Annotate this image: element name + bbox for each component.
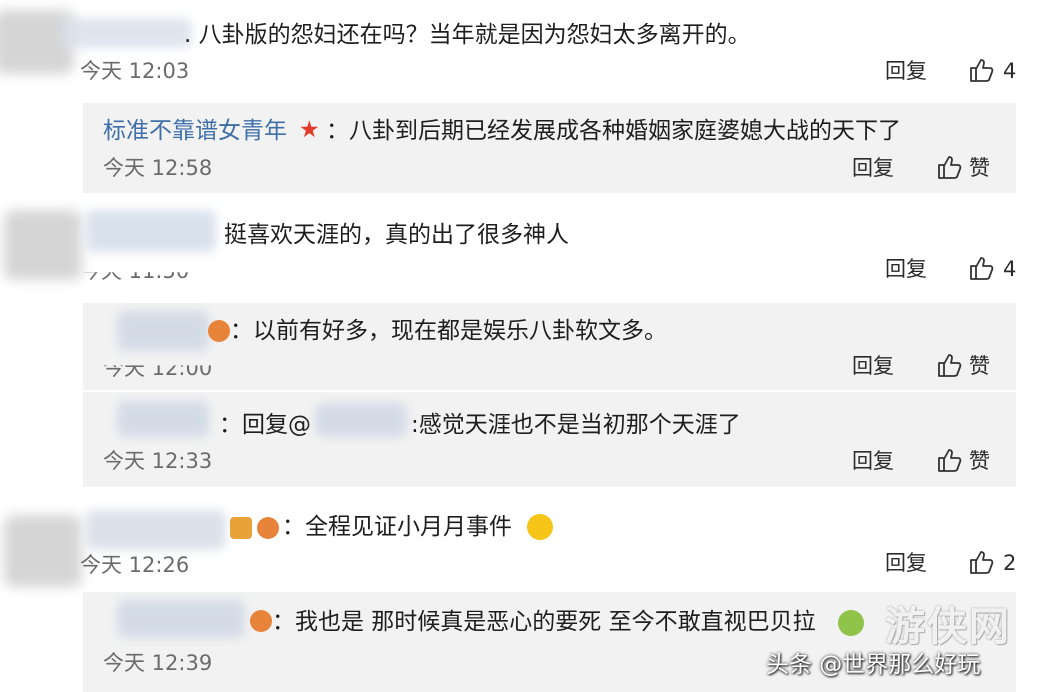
reply-button[interactable]: 回复 xyxy=(885,550,927,576)
like-label[interactable]: 赞 xyxy=(969,155,990,181)
like-count: 2 xyxy=(1003,551,1017,575)
laughing-emoji-icon xyxy=(527,514,553,540)
reply-box: ：以前有好多，现在都是娱乐八卦软文多。 今天 12:00 回复 赞 ：回复@ :… xyxy=(83,303,1016,487)
reply-text: ：八卦到后期已经发展成各种婚姻家庭婆媳大战的天下了 xyxy=(326,118,901,144)
reply-button[interactable]: 回复 xyxy=(885,256,927,282)
reply-box: 标准不靠谱女青年 ★ ：八卦到后期已经发展成各种婚姻家庭婆媳大战的天下了 今天 … xyxy=(83,103,1016,193)
username-blurred[interactable] xyxy=(86,510,226,550)
reply-button[interactable]: 回复 xyxy=(885,58,927,84)
username-blurred[interactable] xyxy=(86,210,216,252)
badge-icon xyxy=(250,610,272,632)
thumbs-up-icon[interactable] xyxy=(968,549,994,575)
reply-time: 今天 12:00 xyxy=(103,356,213,380)
reply-time: 今天 12:39 xyxy=(103,651,213,675)
like-count: 4 xyxy=(1003,59,1017,83)
username-blurred[interactable] xyxy=(117,311,209,351)
comment-time: 今天 12:26 xyxy=(80,553,190,577)
thumbs-up-icon[interactable] xyxy=(968,255,994,281)
reply-text: ：以前有好多，现在都是娱乐八卦软文多。 xyxy=(230,318,667,344)
reply-time: 今天 12:33 xyxy=(103,449,213,473)
footer-credit: 头条 @世界那么好玩 xyxy=(766,652,981,678)
thumbs-up-icon[interactable] xyxy=(936,154,962,180)
reply-text: ：回复@ xyxy=(219,412,311,438)
comment-text: 挺喜欢天涯的，真的出了很多神人 xyxy=(224,222,569,248)
emoji-icon xyxy=(838,610,864,636)
thumbs-up-icon[interactable] xyxy=(936,352,962,378)
username-blurred[interactable] xyxy=(117,600,245,638)
badge-icon xyxy=(208,320,230,342)
comment-time: 今天 11:50 xyxy=(80,259,190,283)
username-blurred[interactable] xyxy=(117,401,209,437)
username-blurred[interactable] xyxy=(62,18,192,48)
divider xyxy=(83,390,1016,392)
comment-time: 今天 12:03 xyxy=(80,59,190,83)
mention-blurred[interactable] xyxy=(315,403,407,437)
comment-text: ：全程见证小月月事件 xyxy=(282,514,512,540)
reply-button[interactable]: 回复 xyxy=(852,353,894,379)
watermark: 游侠网 xyxy=(885,604,1011,650)
like-label[interactable]: 赞 xyxy=(969,448,990,474)
like-label[interactable]: 赞 xyxy=(969,353,990,379)
avatar[interactable] xyxy=(4,515,82,587)
thumbs-up-icon[interactable] xyxy=(936,447,962,473)
reply-button[interactable]: 回复 xyxy=(852,155,894,181)
reply-time: 今天 12:58 xyxy=(103,156,213,180)
badge-icon xyxy=(230,517,252,539)
reply-username[interactable]: 标准不靠谱女青年 xyxy=(103,117,287,145)
thumbs-up-icon[interactable] xyxy=(968,57,994,83)
comment-text: . 八卦版的怨妇还在吗？当年就是因为怨妇太多离开的。 xyxy=(184,22,751,48)
reply-button[interactable]: 回复 xyxy=(852,448,894,474)
reply-text-cont: :感觉天涯也不是当初那个天涯了 xyxy=(411,412,741,438)
reply-text: ：我也是 那时候真是恶心的要死 至今不敢直视巴贝拉 xyxy=(272,609,816,635)
badge-icon xyxy=(257,517,279,539)
star-icon: ★ xyxy=(299,117,320,143)
like-count: 4 xyxy=(1003,257,1017,281)
avatar[interactable] xyxy=(4,210,82,280)
